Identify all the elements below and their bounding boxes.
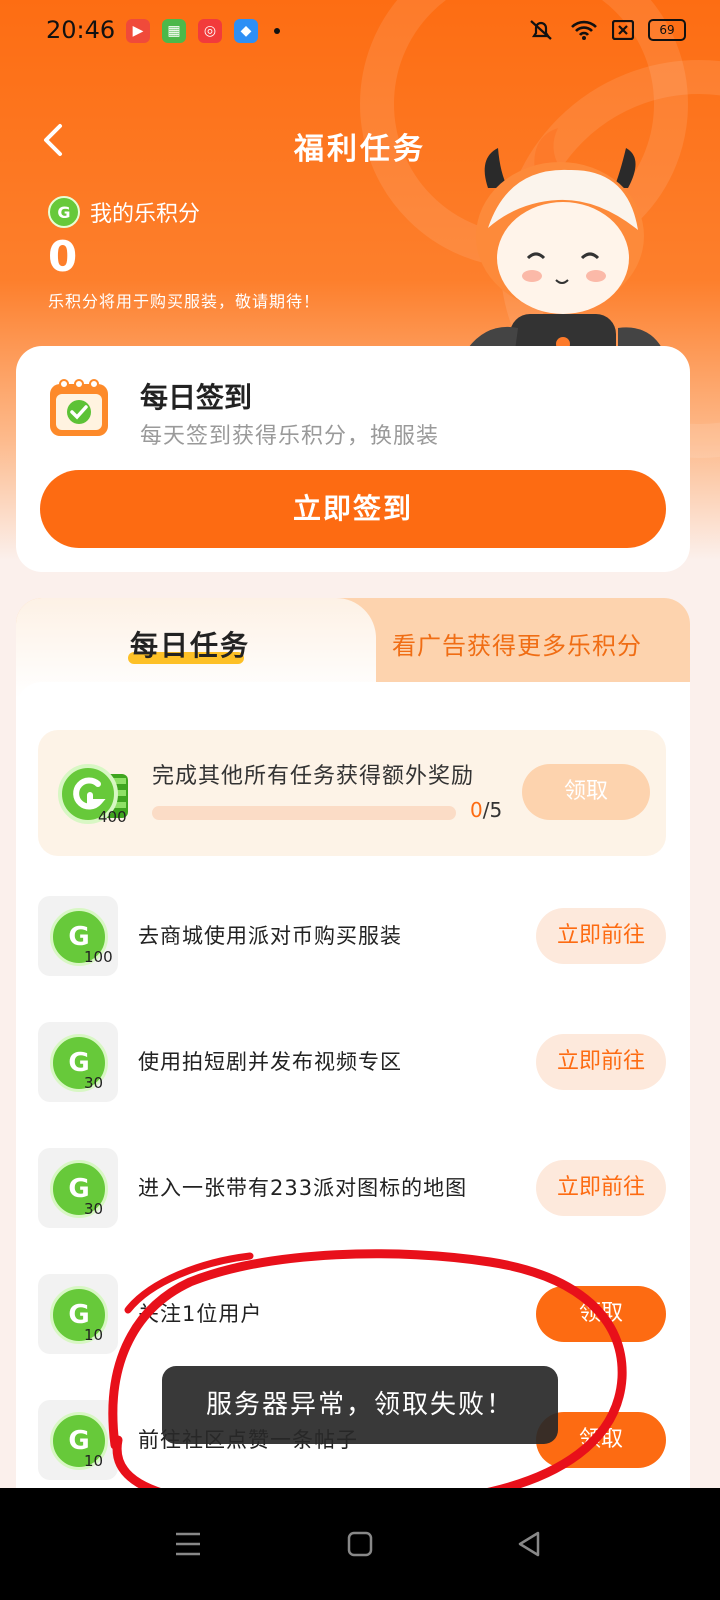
- tab-daily-tasks-label: 每日任务: [130, 629, 251, 662]
- bonus-reward: 400: [98, 808, 127, 826]
- points-label: 我的乐积分: [90, 202, 201, 227]
- task-reward: 10: [84, 1326, 104, 1344]
- task-reward-icon-box: G 100: [38, 896, 118, 976]
- bonus-task-title: 完成其他所有任务获得额外奖励: [152, 764, 475, 789]
- task-reward: 10: [84, 1452, 104, 1470]
- checkin-description: 每天签到获得乐积分，换服装: [140, 424, 440, 449]
- task-row: G 100 去商城使用派对币购买服装 立即前往: [38, 896, 666, 976]
- go-now-button[interactable]: 立即前往: [536, 1160, 666, 1216]
- mascot-character-icon: [468, 128, 662, 368]
- checkin-button[interactable]: 立即签到: [40, 470, 666, 548]
- status-bar: 20:46 ▶ ▦ ◎ ◆ 69: [0, 0, 720, 62]
- calendar-check-icon: [50, 379, 108, 436]
- task-row: G 30 进入一张带有233派对图标的地图 立即前往: [38, 1148, 666, 1228]
- error-toast: 服务器异常，领取失败！: [162, 1366, 558, 1444]
- task-reward: 100: [84, 948, 113, 966]
- task-tabs: 每日任务 看广告获得更多乐积分: [16, 598, 690, 698]
- task-reward-icon-box: G 10: [38, 1400, 118, 1480]
- go-now-button[interactable]: 立即前往: [536, 1034, 666, 1090]
- menu-icon[interactable]: [166, 1522, 210, 1566]
- bonus-progress-bar: [152, 806, 456, 820]
- video-app-icon: ▶: [126, 19, 150, 43]
- notes-app-icon: ◆: [234, 19, 258, 43]
- music-app-icon: ◎: [198, 19, 222, 43]
- back-icon[interactable]: [508, 1522, 552, 1566]
- points-label-row: G 我的乐积分: [48, 196, 200, 228]
- task-title: 去商城使用派对币购买服装: [138, 924, 402, 948]
- task-reward-icon-box: G 10: [38, 1274, 118, 1354]
- bonus-task-card: 400 完成其他所有任务获得额外奖励 0/5 领取: [38, 730, 666, 856]
- more-notifications-icon: [274, 28, 280, 34]
- sim-card-icon: [612, 20, 634, 40]
- task-reward-icon-box: G 30: [38, 1148, 118, 1228]
- status-time: 20:46: [46, 16, 116, 44]
- notification-icons: ▶ ▦ ◎ ◆: [126, 19, 280, 43]
- task-row: G 10 关注1位用户 领取: [38, 1274, 666, 1354]
- wifi-icon: [571, 20, 597, 40]
- bonus-progress-text: 0/5: [470, 798, 502, 822]
- task-reward-icon-box: G 30: [38, 1022, 118, 1102]
- tab-watch-ads[interactable]: 看广告获得更多乐积分: [392, 626, 642, 661]
- points-hint: 乐积分将用于购买服装，敬请期待！: [48, 292, 321, 311]
- task-title: 关注1位用户: [138, 1302, 263, 1326]
- system-icons: 69: [526, 18, 686, 42]
- bonus-progress-total: /5: [482, 798, 503, 822]
- task-title: 进入一张带有233派对图标的地图: [138, 1176, 468, 1200]
- battery-icon: 69: [648, 19, 686, 41]
- task-reward: 30: [84, 1074, 104, 1092]
- go-now-button[interactable]: 立即前往: [536, 908, 666, 964]
- system-nav-bar: [0, 1488, 720, 1600]
- home-icon[interactable]: [338, 1522, 382, 1566]
- store-app-icon: ▦: [162, 19, 186, 43]
- checkin-title: 每日签到: [140, 381, 253, 414]
- task-row: G 30 使用拍短剧并发布视频专区 立即前往: [38, 1022, 666, 1102]
- checkin-card: 每日签到 每天签到获得乐积分，换服装 立即签到: [16, 346, 690, 572]
- task-reward: 30: [84, 1200, 104, 1218]
- points-value: 0: [48, 232, 78, 281]
- points-coin-icon: G: [48, 196, 80, 228]
- claim-button[interactable]: 领取: [536, 1286, 666, 1342]
- task-title: 使用拍短剧并发布视频专区: [138, 1050, 402, 1074]
- bonus-claim-button[interactable]: 领取: [522, 764, 650, 820]
- mute-icon: [530, 20, 552, 40]
- bonus-progress-current: 0: [470, 798, 483, 822]
